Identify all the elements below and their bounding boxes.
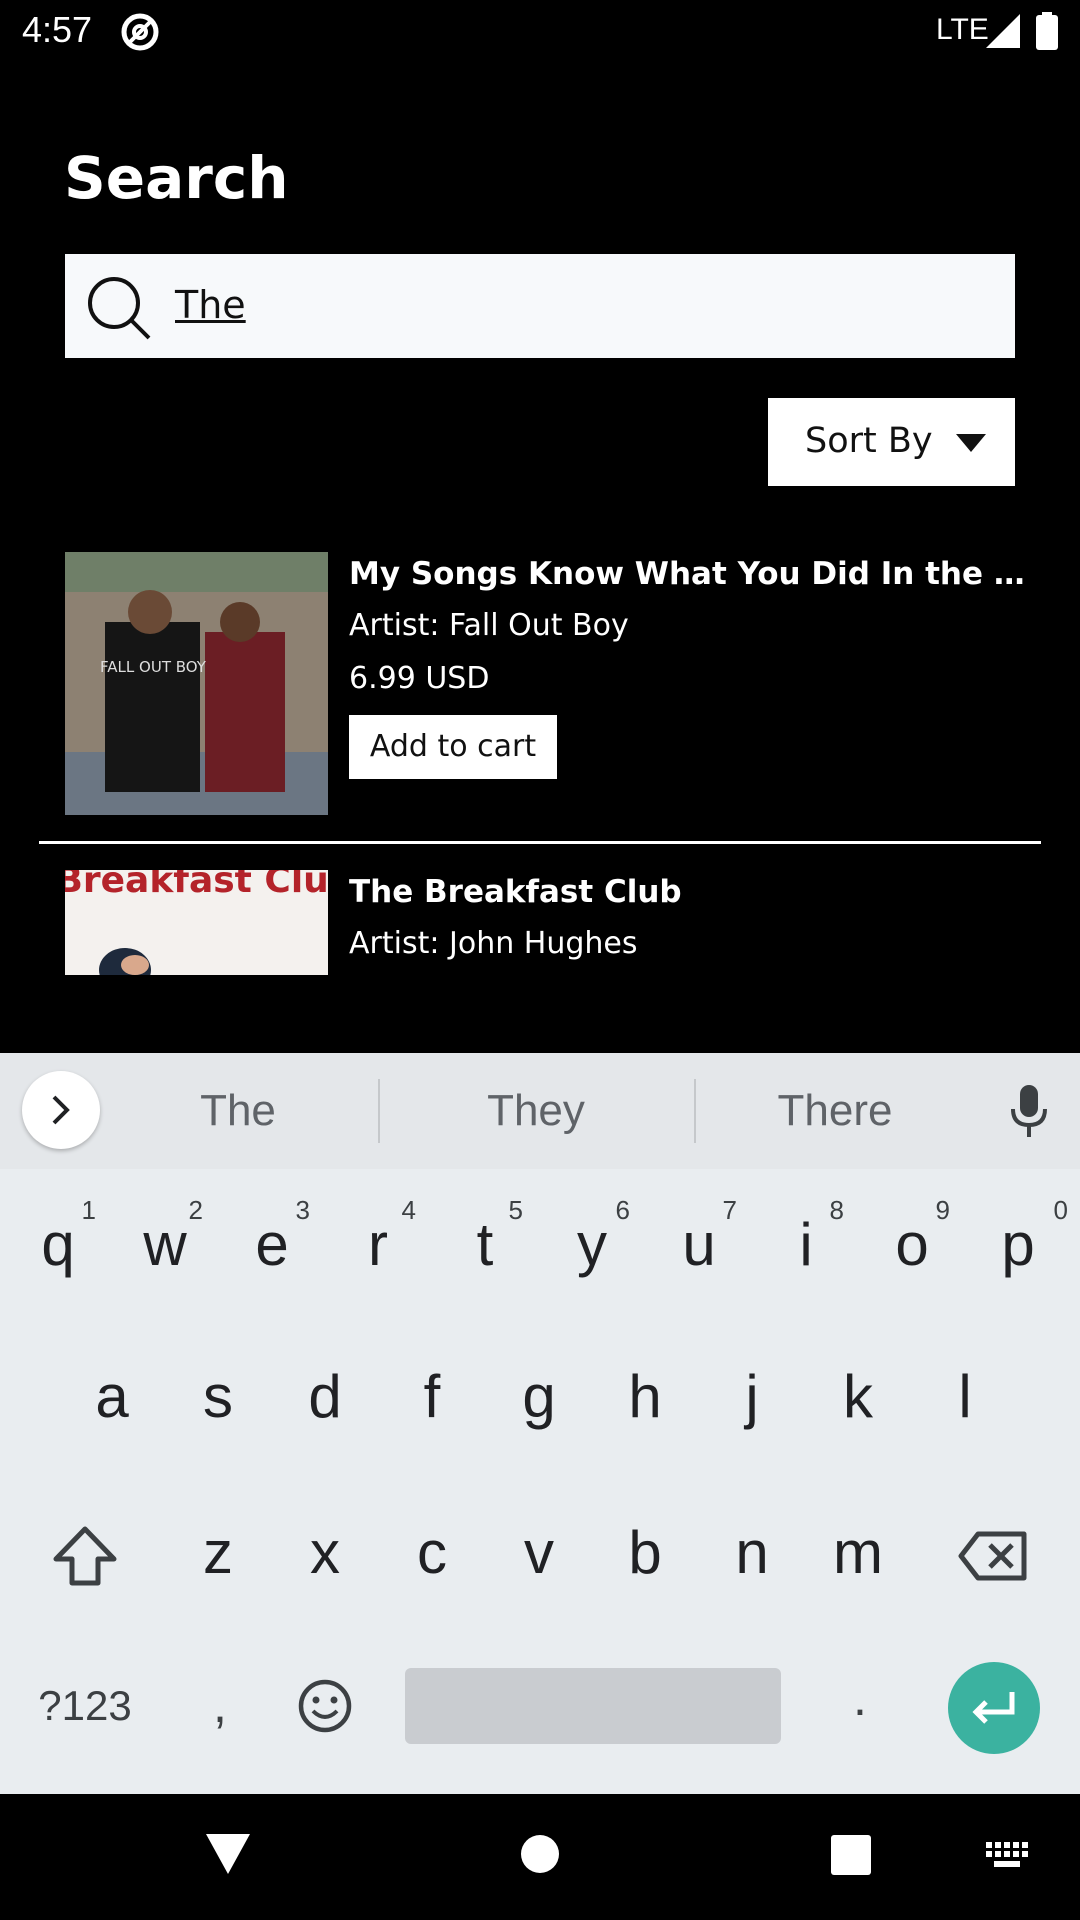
key-d[interactable]: d	[275, 1337, 375, 1457]
caret-down-icon	[956, 434, 986, 452]
expand-suggestions-button[interactable]	[22, 1071, 100, 1149]
key-p[interactable]: p0	[968, 1185, 1068, 1305]
at-sign-icon	[121, 13, 159, 51]
key-e-label: e	[255, 1211, 289, 1278]
microphone-icon[interactable]	[1004, 1083, 1054, 1139]
key-r-label: r	[368, 1211, 388, 1278]
key-l[interactable]: l	[915, 1337, 1015, 1457]
key-e-hint: 3	[295, 1195, 310, 1225]
key-c[interactable]: c	[382, 1493, 482, 1613]
key-y-label: y	[577, 1211, 607, 1278]
key-x[interactable]: x	[275, 1493, 375, 1613]
search-input[interactable]: The	[65, 254, 1015, 358]
key-k[interactable]: k	[808, 1337, 908, 1457]
backspace-icon[interactable]	[958, 1530, 1028, 1582]
key-r-hint: 4	[401, 1195, 416, 1225]
key-t-hint: 5	[508, 1195, 523, 1225]
key-m[interactable]: m	[808, 1493, 908, 1613]
comma-key[interactable]: ,	[195, 1665, 245, 1745]
period-key[interactable]: .	[835, 1658, 885, 1738]
key-p-label: p	[1001, 1211, 1035, 1278]
network-type: LTE	[936, 13, 989, 46]
key-f[interactable]: f	[382, 1337, 482, 1457]
key-p-hint: 0	[1053, 1195, 1068, 1225]
suggestion-2[interactable]: They	[406, 1083, 666, 1139]
key-i-label: i	[799, 1211, 813, 1278]
key-e[interactable]: e3	[222, 1185, 322, 1305]
key-s[interactable]: s	[168, 1337, 268, 1457]
navigation-bar	[0, 1794, 1080, 1920]
key-w-label: w	[143, 1211, 187, 1278]
result-artist-2: Artist: John Hughes	[349, 926, 638, 961]
enter-icon	[972, 1692, 1015, 1724]
key-h[interactable]: h	[595, 1337, 695, 1457]
result-price-1: 6.99 USD	[349, 661, 490, 696]
key-z[interactable]: z	[168, 1493, 268, 1613]
key-q-hint: 1	[81, 1195, 96, 1225]
album-art-image: Breakfast Club	[65, 870, 328, 975]
key-i[interactable]: i8	[756, 1185, 856, 1305]
symbols-key[interactable]: ?123	[20, 1671, 150, 1741]
page-title: Search	[64, 144, 289, 212]
key-w[interactable]: w2	[115, 1185, 215, 1305]
spacebar[interactable]	[405, 1668, 781, 1744]
result-artist-1: Artist: Fall Out Boy	[349, 608, 629, 643]
back-icon[interactable]	[206, 1834, 250, 1874]
suggestion-bar: The They There	[0, 1053, 1080, 1169]
key-q[interactable]: q1	[8, 1185, 108, 1305]
album-art-1[interactable]: FALL OUT BOY	[65, 552, 328, 815]
key-j[interactable]: j	[702, 1337, 802, 1457]
key-o-hint: 9	[935, 1195, 950, 1225]
battery-icon	[1036, 12, 1058, 50]
suggestion-1[interactable]: The	[108, 1083, 368, 1139]
key-w-hint: 2	[188, 1195, 203, 1225]
key-u[interactable]: u7	[649, 1185, 749, 1305]
svg-text:Breakfast Club: Breakfast Club	[65, 870, 328, 901]
emoji-icon[interactable]	[296, 1677, 354, 1735]
key-b[interactable]: b	[595, 1493, 695, 1613]
key-r[interactable]: r4	[328, 1185, 428, 1305]
suggestion-divider	[378, 1079, 380, 1143]
sort-by-dropdown[interactable]: Sort By	[768, 398, 1015, 486]
key-u-hint: 7	[722, 1195, 737, 1225]
signal-icon	[986, 14, 1020, 48]
key-q-label: q	[41, 1211, 75, 1278]
soft-keyboard: The They There q1 w2 e3 r4 t5 y6 u7 i8 o…	[0, 1053, 1080, 1794]
album-art-2[interactable]: Breakfast Club	[65, 870, 328, 975]
sort-by-label: Sort By	[805, 421, 933, 461]
key-y-hint: 6	[615, 1195, 630, 1225]
recents-icon[interactable]	[830, 1834, 872, 1876]
album-art-image: FALL OUT BOY	[65, 552, 328, 815]
suggestion-3[interactable]: There	[705, 1083, 965, 1139]
status-time: 4:57	[22, 9, 93, 50]
key-a[interactable]: a	[62, 1337, 162, 1457]
key-o-label: o	[895, 1211, 929, 1278]
key-g[interactable]: g	[489, 1337, 589, 1457]
svg-text:FALL OUT BOY: FALL OUT BOY	[100, 658, 207, 676]
search-icon	[88, 277, 151, 340]
suggestion-divider	[694, 1079, 696, 1143]
key-y[interactable]: y6	[542, 1185, 642, 1305]
enter-button[interactable]	[948, 1662, 1040, 1754]
keyboard-icon[interactable]	[986, 1842, 1030, 1870]
key-u-label: u	[682, 1211, 716, 1278]
key-v[interactable]: v	[489, 1493, 589, 1613]
add-to-cart-button[interactable]: Add to cart	[349, 715, 557, 779]
search-query-text[interactable]: The	[175, 280, 246, 330]
key-t[interactable]: t5	[435, 1185, 535, 1305]
chevron-right-icon	[52, 1095, 70, 1125]
result-title-2[interactable]: The Breakfast Club	[349, 871, 682, 913]
home-icon[interactable]	[520, 1834, 560, 1874]
result-divider	[39, 841, 1041, 844]
key-i-hint: 8	[829, 1195, 844, 1225]
key-n[interactable]: n	[702, 1493, 802, 1613]
shift-icon[interactable]	[50, 1523, 120, 1589]
key-t-label: t	[476, 1211, 494, 1278]
result-title-1[interactable]: My Songs Know What You Did In the …	[349, 553, 1025, 595]
key-o[interactable]: o9	[862, 1185, 962, 1305]
